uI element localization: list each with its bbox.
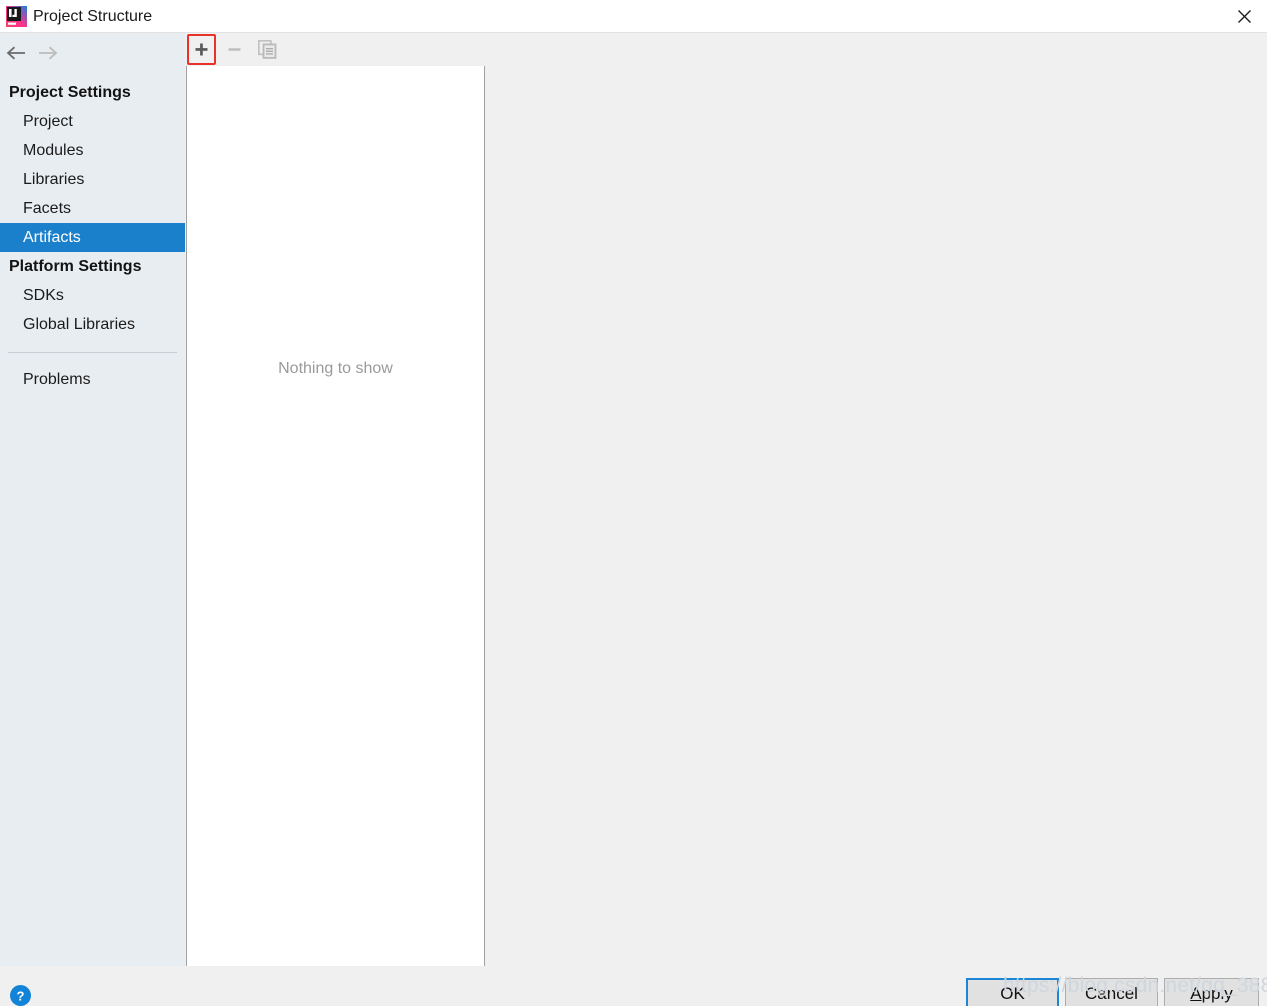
arrow-right-icon[interactable] xyxy=(33,39,61,67)
window-title: Project Structure xyxy=(33,8,153,25)
svg-text:?: ? xyxy=(17,989,25,1004)
sidebar-item-global-libraries[interactable]: Global Libraries xyxy=(0,310,185,339)
cancel-button-label: Cancel xyxy=(1085,984,1138,1003)
help-question-icon[interactable]: ? xyxy=(10,985,31,1006)
intellij-idea-logo-icon xyxy=(6,6,27,27)
sidebar-item-problems[interactable]: Problems xyxy=(0,365,185,394)
plus-icon xyxy=(195,43,208,56)
navigation-arrows xyxy=(0,39,185,69)
project-structure-dialog: Project Structure Project Settings Proje… xyxy=(0,0,1267,1006)
empty-state-message: Nothing to show xyxy=(278,360,393,377)
arrow-left-icon[interactable] xyxy=(2,39,30,67)
minus-icon xyxy=(228,48,241,51)
sidebar-item-artifacts[interactable]: Artifacts xyxy=(0,223,185,252)
apply-button-mnemonic: A xyxy=(1190,984,1202,1003)
artifact-details-pane xyxy=(486,33,1267,966)
sidebar-item-sdks[interactable]: SDKs xyxy=(0,281,185,310)
artifacts-list-panel[interactable]: Nothing to show xyxy=(186,66,485,966)
cancel-button[interactable]: Cancel xyxy=(1065,978,1158,1006)
copy-icon xyxy=(258,40,277,59)
sidebar-item-project[interactable]: Project xyxy=(0,107,185,136)
artifacts-toolbar xyxy=(186,33,485,66)
close-icon[interactable] xyxy=(1221,0,1267,33)
settings-nav-list: Project Settings Project Modules Librari… xyxy=(0,78,185,394)
sidebar-section-platform-settings: Platform Settings xyxy=(9,258,142,275)
sidebar-item-modules[interactable]: Modules xyxy=(0,136,185,165)
sidebar-item-facets[interactable]: Facets xyxy=(0,194,185,223)
sidebar-item-libraries[interactable]: Libraries xyxy=(0,165,185,194)
remove-artifact-button[interactable] xyxy=(220,35,249,64)
sidebar-section-project-settings: Project Settings xyxy=(9,84,131,101)
settings-sidebar: Project Settings Project Modules Librari… xyxy=(0,33,185,966)
title-bar: Project Structure xyxy=(0,0,1267,33)
ok-button[interactable]: OK xyxy=(966,978,1059,1006)
ok-button-label: OK xyxy=(1000,984,1025,1003)
apply-button[interactable]: Apply xyxy=(1164,978,1259,1006)
apply-button-label: pply xyxy=(1201,984,1233,1003)
copy-artifact-button[interactable] xyxy=(253,35,282,64)
sidebar-divider xyxy=(8,352,177,353)
add-artifact-button[interactable] xyxy=(187,35,216,64)
